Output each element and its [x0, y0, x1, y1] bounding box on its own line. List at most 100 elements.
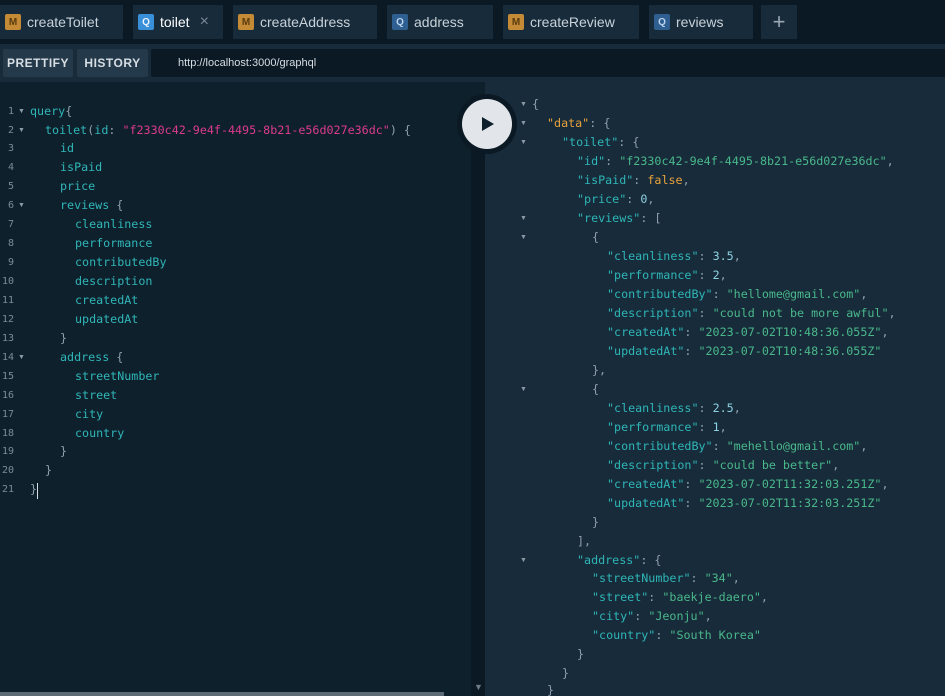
result-line: "updatedAt": "2023-07-02T11:32:03.251Z" [607, 494, 881, 513]
scroll-down-icon[interactable]: ▼ [474, 682, 483, 692]
result-key: "createdAt" [607, 325, 685, 339]
colon: : [589, 116, 604, 130]
result-value: 3.5 [712, 249, 734, 263]
line-number: 11 [1, 295, 14, 306]
result-key: "updatedAt" [607, 496, 685, 510]
result-line: "performance": 1, [607, 418, 727, 437]
colon: : [698, 306, 713, 320]
brace: { [396, 123, 411, 137]
line-number: 16 [1, 390, 14, 401]
query-field: streetNumber [75, 369, 160, 383]
query-field: reviews [60, 198, 110, 212]
comma: , [886, 154, 894, 168]
brace: }, [592, 363, 607, 377]
brace: { [603, 116, 611, 130]
comma: , [719, 268, 727, 282]
prettify-button[interactable]: PRETTIFY [3, 49, 73, 77]
tab-createReview[interactable]: M createReview [503, 5, 639, 39]
execute-query-button[interactable] [457, 94, 517, 154]
result-key: "cleanliness" [607, 249, 699, 263]
line-number: 2 [7, 125, 14, 136]
history-button[interactable]: HISTORY [77, 49, 148, 77]
comma: , [860, 439, 868, 453]
endpoint-url-input[interactable]: http://localhost:3000/graphql [151, 49, 945, 77]
argument-name: id [94, 123, 109, 137]
result-key: "contributedBy" [607, 439, 713, 453]
fold-arrow-icon[interactable]: ▼ [18, 102, 25, 121]
tab-createToilet[interactable]: M createToilet [0, 5, 123, 39]
bracket: [ [654, 211, 662, 225]
query-keyword: query [30, 104, 66, 118]
line-number: 10 [1, 276, 14, 287]
result-value: 2 [712, 268, 720, 282]
result-value: "34" [704, 571, 733, 585]
fold-arrow-icon[interactable]: ▼ [520, 95, 527, 114]
result-key: "id" [577, 154, 606, 168]
line-number: 18 [1, 428, 14, 439]
result-line: "performance": 2, [607, 266, 727, 285]
result-value: "2023-07-02T10:48:36.055Z" [698, 325, 882, 339]
brace: } [577, 647, 585, 661]
colon: : [684, 477, 699, 491]
result-key: "data" [547, 116, 590, 130]
tab-bar: M createToilet Q toilet × M createAddres… [0, 0, 945, 44]
line-number: 1 [7, 106, 14, 117]
brace: } [592, 515, 600, 529]
result-key: "performance" [607, 268, 699, 282]
result-key: "country" [592, 628, 656, 642]
result-line: "description": "could be better", [607, 456, 839, 475]
query-field: street [75, 388, 118, 402]
fold-arrow-icon[interactable]: ▼ [520, 551, 527, 570]
colon: : [633, 173, 648, 187]
fold-arrow-icon[interactable]: ▼ [520, 380, 527, 399]
brace: } [547, 683, 555, 696]
colon: : [626, 192, 641, 206]
result-key: "createdAt" [607, 477, 685, 491]
result-value: "2023-07-02T11:32:03.251Z" [698, 477, 882, 491]
fold-arrow-icon[interactable]: ▼ [18, 121, 25, 140]
fold-arrow-icon[interactable]: ▼ [18, 348, 25, 367]
fold-arrow-icon[interactable]: ▼ [520, 228, 527, 247]
play-button-face[interactable] [462, 99, 512, 149]
brace: } [562, 666, 570, 680]
line-number: 7 [7, 219, 14, 230]
tab-createAddress[interactable]: M createAddress [233, 5, 377, 39]
close-icon[interactable]: × [200, 13, 209, 31]
query-field: performance [75, 236, 153, 250]
result-key: "updatedAt" [607, 344, 685, 358]
horizontal-scrollbar[interactable] [0, 692, 444, 696]
new-tab-button[interactable]: + [761, 5, 797, 39]
code-line: toilet(id: "f2330c42-9e4f-4495-8b21-e56d… [45, 121, 411, 140]
code-line: address { [60, 348, 123, 367]
query-field: id [60, 141, 75, 155]
result-line: "cleanliness": 2.5, [607, 399, 741, 418]
query-field: city [75, 407, 104, 421]
tab-address[interactable]: Q address [387, 5, 493, 39]
result-line: "createdAt": "2023-07-02T11:32:03.251Z", [607, 475, 888, 494]
result-key: "contributedBy" [607, 287, 713, 301]
fold-arrow-icon[interactable]: ▼ [18, 196, 25, 215]
fold-arrow-icon[interactable]: ▼ [520, 209, 527, 228]
result-line: "data": { [547, 114, 610, 133]
fold-arrow-icon[interactable]: ▼ [520, 133, 527, 152]
result-line: "price": 0, [577, 190, 654, 209]
colon: : [684, 325, 699, 339]
paren: ) [389, 123, 397, 137]
query-field: cleanliness [75, 217, 153, 231]
tab-reviews[interactable]: Q reviews [649, 5, 753, 39]
pane-divider[interactable] [471, 96, 485, 696]
tab-toilet[interactable]: Q toilet × [133, 5, 223, 39]
brace: { [109, 198, 124, 212]
line-number: 3 [7, 143, 14, 154]
colon: : [698, 401, 713, 415]
query-field: contributedBy [75, 255, 167, 269]
query-badge: Q [654, 14, 670, 30]
tab-label: createAddress [260, 14, 351, 30]
colon: : [655, 628, 670, 642]
query-badge: Q [392, 14, 408, 30]
result-key: "address" [577, 553, 641, 567]
fold-arrow-icon[interactable]: ▼ [520, 114, 527, 133]
line-number: 6 [7, 200, 14, 211]
comma: , [860, 287, 868, 301]
result-line: "country": "South Korea" [592, 626, 761, 645]
